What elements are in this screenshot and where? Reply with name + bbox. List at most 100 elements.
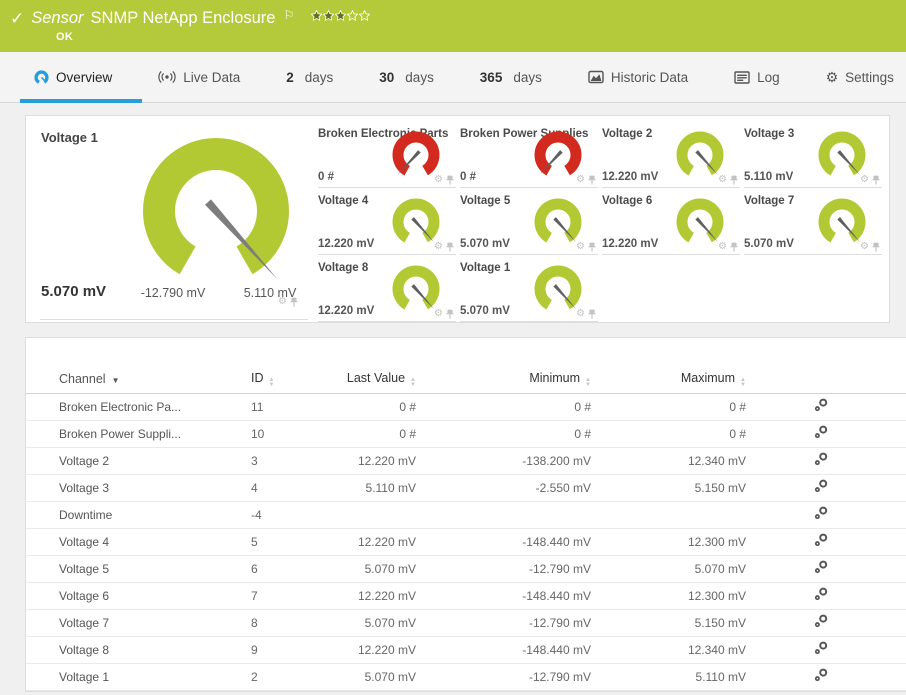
cell-channel[interactable]: Voltage 5 [26,555,251,583]
cell-maximum: 12.300 mV [591,528,746,556]
channel-settings-gears-icon[interactable] [814,398,828,412]
gauge-cell[interactable]: Broken Electronic Parts 0 # ⚙ [318,126,456,188]
gear-icon: ⚙ [825,69,839,85]
channel-settings-gears-icon[interactable] [814,425,828,439]
tab-overview[interactable]: Overview [19,52,143,103]
gauge-settings-gear-icon[interactable]: ⚙ [860,242,869,252]
table-row[interactable]: Downtime -4 [26,501,906,529]
table-row[interactable]: Broken Electronic Pa... 11 0 # 0 # 0 # [26,393,906,421]
priority-stars[interactable] [311,10,371,21]
pin-icon[interactable] [446,175,454,185]
cell-channel[interactable]: Voltage 6 [26,582,251,610]
pin-icon[interactable] [290,297,298,307]
cell-minimum: -148.440 mV [416,582,591,610]
channel-settings-gears-icon[interactable] [814,560,828,574]
pin-icon[interactable] [446,242,454,252]
table-row[interactable]: Broken Power Suppli... 10 0 # 0 # 0 # [26,420,906,448]
table-row[interactable]: Voltage 8 9 12.220 mV -148.440 mV 12.340… [26,636,906,664]
tab-historic-data[interactable]: Historic Data [584,52,692,103]
table-row[interactable]: Voltage 2 3 12.220 mV -138.200 mV 12.340… [26,447,906,475]
cell-maximum: 5.150 mV [591,609,746,637]
channel-settings-gears-icon[interactable] [814,452,828,466]
gauge-cell[interactable]: Voltage 1 5.070 mV ⚙ [460,260,598,322]
status-badge: OK [56,31,74,43]
sort-icon: ▲ ▼ [268,376,275,388]
flag-icon[interactable]: ⚐ [283,9,294,21]
column-header-minimum[interactable]: Minimum ▲ ▼ [416,366,591,394]
gauge-cell[interactable]: Voltage 5 5.070 mV ⚙ [460,193,598,255]
pin-icon[interactable] [730,175,738,185]
gauge-settings-gear-icon[interactable]: ⚙ [718,242,727,252]
gauge-cell[interactable]: Broken Power Supplies 0 # ⚙ [460,126,598,188]
column-header-last-value[interactable]: Last Value ▲ ▼ [331,366,416,394]
channel-settings-gears-icon[interactable] [814,668,828,682]
gauge-settings-gear-icon[interactable]: ⚙ [576,309,585,319]
pin-icon[interactable] [730,242,738,252]
cell-minimum [416,501,591,529]
cell-minimum: 0 # [416,393,591,421]
channel-settings-gears-icon[interactable] [814,587,828,601]
pin-icon[interactable] [588,309,596,319]
cell-channel[interactable]: Downtime [26,501,251,529]
cell-channel[interactable]: Broken Power Suppli... [26,420,251,448]
channel-settings-gears-icon[interactable] [814,506,828,520]
cell-channel[interactable]: Broken Electronic Pa... [26,393,251,421]
pin-icon[interactable] [588,175,596,185]
table-row[interactable]: Voltage 6 7 12.220 mV -148.440 mV 12.300… [26,582,906,610]
cell-channel[interactable]: Voltage 2 [26,447,251,475]
column-header-maximum[interactable]: Maximum ▲ ▼ [591,366,746,394]
pin-icon[interactable] [872,175,880,185]
gauge-settings-gear-icon[interactable]: ⚙ [278,297,287,307]
gauge-settings-gear-icon[interactable]: ⚙ [576,175,585,185]
column-header-id[interactable]: ID ▲ ▼ [251,366,331,394]
table-row[interactable]: Voltage 5 6 5.070 mV -12.790 mV 5.070 mV [26,555,906,583]
table-row[interactable]: Voltage 3 4 5.110 mV -2.550 mV 5.150 mV [26,474,906,502]
pin-icon[interactable] [872,242,880,252]
table-row[interactable]: Voltage 1 2 5.070 mV -12.790 mV 5.110 mV [26,663,906,691]
gauge-cell[interactable]: Voltage 6 12.220 mV ⚙ [602,193,740,255]
channel-settings-gears-icon[interactable] [814,479,828,493]
table-row[interactable]: Voltage 7 8 5.070 mV -12.790 mV 5.150 mV [26,609,906,637]
pin-icon[interactable] [446,309,454,319]
gauge-cell[interactable]: Voltage 3 5.110 mV ⚙ [744,126,882,188]
cell-channel[interactable]: Voltage 8 [26,636,251,664]
cell-minimum: -12.790 mV [416,663,591,691]
tab-2-days[interactable]: 2 days [282,52,337,103]
cell-minimum: -12.790 mV [416,555,591,583]
gauge-value: 5.070 mV [744,238,794,250]
tab-live-data[interactable]: Live Data [154,52,244,103]
pin-icon[interactable] [588,242,596,252]
cell-channel[interactable]: Voltage 1 [26,663,251,691]
column-header-channel[interactable]: Channel ▼ [26,366,251,394]
gauge-value: 0 # [460,171,476,183]
gauge-settings-gear-icon[interactable]: ⚙ [434,242,443,252]
cell-channel[interactable]: Voltage 3 [26,474,251,502]
cell-filler [896,447,906,475]
cell-channel[interactable]: Voltage 4 [26,528,251,556]
tab-30-days[interactable]: 30 days [375,52,438,103]
gauge-settings-gear-icon[interactable]: ⚙ [718,175,727,185]
column-header-actions [746,366,896,394]
channel-settings-gears-icon[interactable] [814,533,828,547]
channel-settings-gears-icon[interactable] [814,614,828,628]
tab-365-days[interactable]: 365 days [476,52,546,103]
cell-maximum: 5.150 mV [591,474,746,502]
channel-settings-gears-icon[interactable] [814,641,828,655]
cell-minimum: -12.790 mV [416,609,591,637]
gauge-cell[interactable]: Voltage 4 12.220 mV ⚙ [318,193,456,255]
overview-content: Voltage 1 -12.790 mV 5.110 mV 5.070 mV ⚙… [0,103,906,692]
cell-channel[interactable]: Voltage 7 [26,609,251,637]
table-row[interactable]: Voltage 4 5 12.220 mV -148.440 mV 12.300… [26,528,906,556]
main-gauge-cell[interactable]: Voltage 1 -12.790 mV 5.110 mV 5.070 mV ⚙ [38,126,318,322]
gauge-settings-gear-icon[interactable]: ⚙ [434,175,443,185]
cell-maximum [591,501,746,529]
gauge-settings-gear-icon[interactable]: ⚙ [576,242,585,252]
tab-settings[interactable]: ⚙ Settings [822,52,898,103]
gauge-cell[interactable]: Voltage 8 12.220 mV ⚙ [318,260,456,322]
gauge-cell[interactable]: Voltage 2 12.220 mV ⚙ [602,126,740,188]
tab-log[interactable]: Log [730,52,784,103]
gauge-settings-gear-icon[interactable]: ⚙ [860,175,869,185]
gauge-settings-gear-icon[interactable]: ⚙ [434,309,443,319]
gauge-cell[interactable]: Voltage 7 5.070 mV ⚙ [744,193,882,255]
cell-id: 3 [251,447,331,475]
